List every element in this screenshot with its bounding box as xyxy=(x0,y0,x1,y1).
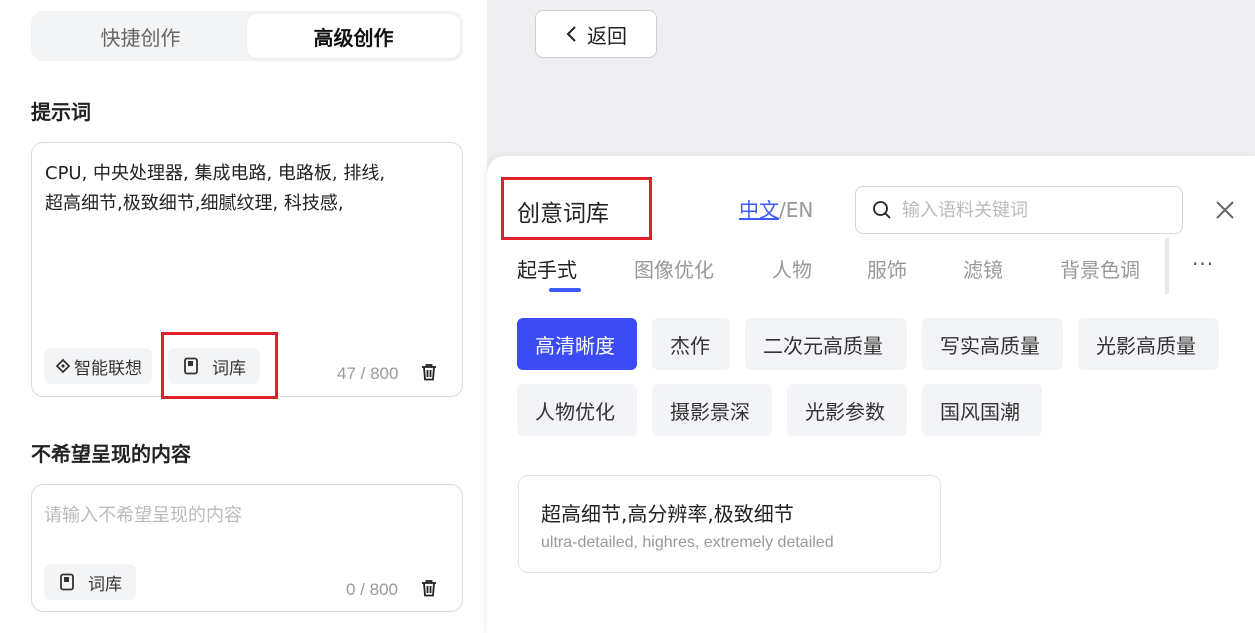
tag-lighting-params[interactable]: 光影参数 xyxy=(787,384,907,436)
tag-guofeng[interactable]: 国风国潮 xyxy=(922,384,1042,436)
highlight-box-dictionary-title xyxy=(501,177,652,240)
search-input[interactable] xyxy=(902,199,1162,221)
trash-icon[interactable] xyxy=(420,578,438,598)
sparkle-tag-icon xyxy=(54,357,72,375)
tag-hd-clarity[interactable]: 高清晰度 xyxy=(517,318,637,370)
prompt-char-counter: 47 / 800 xyxy=(337,364,399,383)
creative-dictionary-panel: 创意词库 中文/EN 起手式 图像优化 人物 服饰 滤镜 背景色调 ··· 高清… xyxy=(487,156,1255,633)
negative-library-label: 词库 xyxy=(88,574,122,595)
dictionary-search xyxy=(855,186,1183,234)
negative-input[interactable] xyxy=(44,499,444,531)
search-icon xyxy=(872,200,892,220)
book-icon xyxy=(58,573,76,591)
prompt-title: 提示词 xyxy=(31,100,91,124)
lang-separator: / xyxy=(779,198,786,222)
smart-suggest-button[interactable]: 智能联想 xyxy=(44,348,152,384)
tag-character-optimize[interactable]: 人物优化 xyxy=(517,384,637,436)
negative-box: 词库 0 / 800 xyxy=(31,484,463,612)
tab-clothing[interactable]: 服饰 xyxy=(867,254,907,283)
tab-filter[interactable]: 滤镜 xyxy=(963,254,1003,283)
negative-title: 不希望呈现的内容 xyxy=(31,442,191,466)
tag-realistic-quality[interactable]: 写实高质量 xyxy=(922,318,1063,370)
tag-depth-of-field[interactable]: 摄影景深 xyxy=(652,384,772,436)
left-panel: 快捷创作 高级创作 提示词 CPU, 中央处理器, 集成电路, 电路板, 排线,… xyxy=(0,0,487,633)
back-label: 返回 xyxy=(587,23,627,48)
tab-quick-create[interactable]: 快捷创作 xyxy=(34,14,247,58)
back-button[interactable]: 返回 xyxy=(535,10,657,58)
tab-starter[interactable]: 起手式 xyxy=(517,254,577,283)
close-icon[interactable] xyxy=(1213,198,1237,222)
tag-anime-quality[interactable]: 二次元高质量 xyxy=(745,318,907,370)
prompt-box[interactable]: CPU, 中央处理器, 集成电路, 电路板, 排线, 超高细节,极致细节,细腻纹… xyxy=(31,142,463,399)
tab-scroll-divider xyxy=(1165,238,1169,294)
lang-en-link[interactable]: EN xyxy=(786,198,814,222)
negative-library-button[interactable]: 词库 xyxy=(44,564,136,600)
phrase-card[interactable]: 超高细节,高分辨率,极致细节 ultra-detailed, highres, … xyxy=(518,475,941,573)
mode-tabs: 快捷创作 高级创作 xyxy=(31,11,463,61)
smart-suggest-label: 智能联想 xyxy=(74,358,142,379)
lang-zh-link[interactable]: 中文 xyxy=(739,198,779,222)
tag-lighting-quality[interactable]: 光影高质量 xyxy=(1078,318,1219,370)
category-tabs: 起手式 图像优化 人物 服饰 滤镜 背景色调 xyxy=(517,248,1167,298)
active-tab-indicator xyxy=(549,288,581,292)
tab-advanced-create[interactable]: 高级创作 xyxy=(247,14,460,58)
phrase-card-en: ultra-detailed, highres, extremely detai… xyxy=(541,534,834,551)
tab-image-optimize[interactable]: 图像优化 xyxy=(634,254,714,283)
more-icon[interactable]: ··· xyxy=(1192,252,1214,276)
chevron-left-icon xyxy=(565,25,577,43)
phrase-card-zh: 超高细节,高分辨率,极致细节 xyxy=(541,502,794,526)
tab-background-tone[interactable]: 背景色调 xyxy=(1060,254,1140,283)
negative-char-counter: 0 / 800 xyxy=(346,580,398,599)
language-switch: 中文/EN xyxy=(739,194,813,223)
tag-masterpiece[interactable]: 杰作 xyxy=(652,318,730,370)
tab-character[interactable]: 人物 xyxy=(772,254,812,283)
highlight-box-prompt-library xyxy=(161,332,278,399)
prompt-text[interactable]: CPU, 中央处理器, 集成电路, 电路板, 排线, 超高细节,极致细节,细腻纹… xyxy=(45,159,405,219)
trash-icon[interactable] xyxy=(420,362,438,382)
